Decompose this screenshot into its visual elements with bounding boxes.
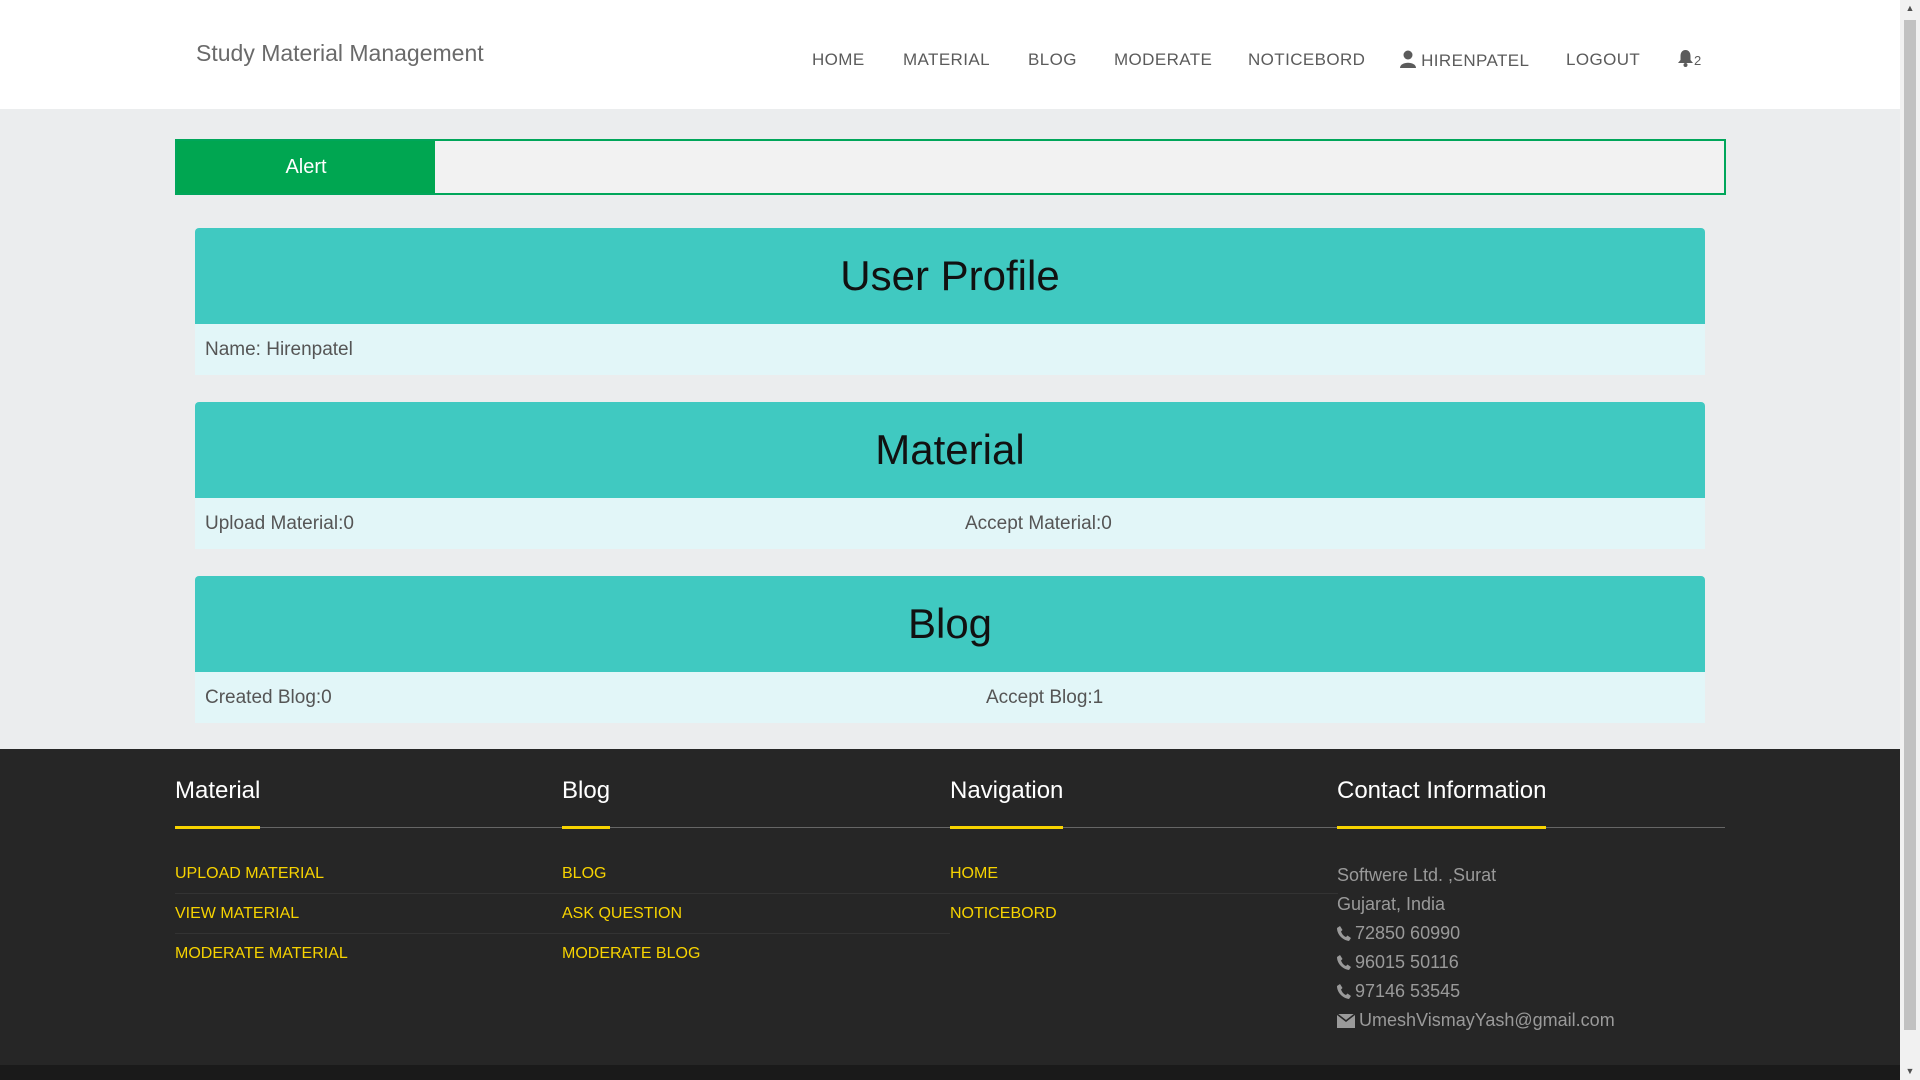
accept-blog-count: Accept Blog:1 bbox=[986, 687, 1104, 708]
contact-phone-3: 97146 53545 bbox=[1337, 977, 1725, 1006]
footer: Material UPLOAD MATERIAL VIEW MATERIAL M… bbox=[0, 749, 1900, 1080]
scrollbar-thumb[interactable] bbox=[1904, 20, 1916, 1030]
blog-panel-title: Blog bbox=[195, 576, 1705, 672]
material-panel-body: Upload Material:0 Accept Material:0 bbox=[195, 498, 1705, 549]
accept-material-count: Accept Material:0 bbox=[965, 513, 1112, 534]
contact-address-line2: Gujarat, India bbox=[1337, 894, 1446, 914]
upload-material-count: Upload Material:0 bbox=[205, 513, 354, 534]
nav-logout[interactable]: LOGOUT bbox=[1566, 50, 1640, 70]
footer-navigation-heading: Navigation bbox=[950, 777, 1338, 829]
nav-home[interactable]: HOME bbox=[812, 50, 865, 70]
footer-material-heading: Material bbox=[175, 777, 563, 829]
bell-icon bbox=[1678, 50, 1693, 69]
scroll-down-arrow-icon[interactable]: ▼ bbox=[1900, 1063, 1920, 1080]
scroll-up-arrow-icon[interactable]: ▲ bbox=[1900, 0, 1920, 17]
top-navbar: Study Material Management HOME MATERIAL … bbox=[0, 0, 1900, 109]
nav-user-label: HIRENPATEL bbox=[1421, 51, 1530, 70]
footer-navigation-column: Navigation HOME NOTICEBORD bbox=[950, 777, 1338, 934]
contact-phone-2: 96015 50116 bbox=[1337, 948, 1725, 977]
nav-blog[interactable]: BLOG bbox=[1028, 50, 1077, 70]
footer-link-home[interactable]: HOME bbox=[950, 854, 1338, 894]
footer-blog-links: BLOG ASK QUESTION MODERATE BLOG bbox=[562, 854, 950, 974]
nav-material[interactable]: MATERIAL bbox=[903, 50, 990, 70]
profile-panel: User Profile Name: Hirenpatel bbox=[195, 228, 1705, 375]
footer-link-ask-question[interactable]: ASK QUESTION bbox=[562, 894, 950, 934]
footer-blog-column: Blog BLOG ASK QUESTION MODERATE BLOG bbox=[562, 777, 950, 974]
footer-link-moderate-blog[interactable]: MODERATE BLOG bbox=[562, 934, 950, 974]
footer-bottom-bar bbox=[0, 1065, 1900, 1080]
material-panel: Material Upload Material:0 Accept Materi… bbox=[195, 402, 1705, 549]
contact-email: UmeshVismayYash@gmail.com bbox=[1336, 1006, 1725, 1035]
created-blog-count: Created Blog:0 bbox=[205, 687, 332, 708]
contact-phone-1: 72850 60990 bbox=[1337, 919, 1725, 948]
footer-link-blog[interactable]: BLOG bbox=[562, 854, 950, 894]
footer-link-moderate-material[interactable]: MODERATE MATERIAL bbox=[175, 934, 563, 974]
phone-icon bbox=[1337, 923, 1355, 943]
main-nav: HOME MATERIAL BLOG MODERATE NOTICEBORD H… bbox=[0, 50, 1900, 74]
heading-underline bbox=[175, 826, 260, 829]
nav-moderate[interactable]: MODERATE bbox=[1114, 50, 1212, 70]
phone-icon bbox=[1337, 981, 1355, 1001]
vertical-scrollbar[interactable]: ▲ ▼ bbox=[1900, 0, 1920, 1080]
footer-link-upload-material[interactable]: UPLOAD MATERIAL bbox=[175, 854, 563, 894]
footer-contact-heading: Contact Information bbox=[1337, 777, 1725, 829]
profile-name: Name: Hirenpatel bbox=[205, 339, 353, 360]
user-icon bbox=[1400, 50, 1416, 70]
footer-contact-column: Contact Information Softwere Ltd. ,Surat… bbox=[1336, 777, 1725, 1035]
blog-panel: Blog Created Blog:0 Accept Blog:1 bbox=[195, 576, 1705, 723]
nav-user[interactable]: HIRENPATEL bbox=[1400, 50, 1529, 71]
profile-panel-title: User Profile bbox=[195, 228, 1705, 324]
heading-underline bbox=[1337, 826, 1546, 829]
nav-noticebord[interactable]: NOTICEBORD bbox=[1248, 50, 1365, 70]
heading-underline bbox=[562, 826, 610, 829]
nav-notifications[interactable]: 2 bbox=[1678, 50, 1702, 70]
heading-underline bbox=[950, 826, 1063, 829]
contact-info: Softwere Ltd. ,Surat Gujarat, India 7285… bbox=[1336, 861, 1725, 1035]
profile-panel-body: Name: Hirenpatel bbox=[195, 324, 1705, 375]
footer-link-noticebord[interactable]: NOTICEBORD bbox=[950, 894, 1338, 934]
notification-count: 2 bbox=[1694, 53, 1702, 68]
contact-address-line1: Softwere Ltd. ,Surat bbox=[1337, 865, 1497, 885]
alert-label: Alert bbox=[177, 141, 435, 193]
phone-icon bbox=[1337, 952, 1355, 972]
footer-material-links: UPLOAD MATERIAL VIEW MATERIAL MODERATE M… bbox=[175, 854, 563, 974]
blog-panel-body: Created Blog:0 Accept Blog:1 bbox=[195, 672, 1705, 723]
footer-link-view-material[interactable]: VIEW MATERIAL bbox=[175, 894, 563, 934]
alert-bar: Alert bbox=[175, 139, 1726, 195]
footer-material-column: Material UPLOAD MATERIAL VIEW MATERIAL M… bbox=[175, 777, 563, 974]
material-panel-title: Material bbox=[195, 402, 1705, 498]
footer-navigation-links: HOME NOTICEBORD bbox=[950, 854, 1338, 934]
footer-blog-heading: Blog bbox=[562, 777, 950, 829]
envelope-icon bbox=[1336, 1010, 1359, 1030]
